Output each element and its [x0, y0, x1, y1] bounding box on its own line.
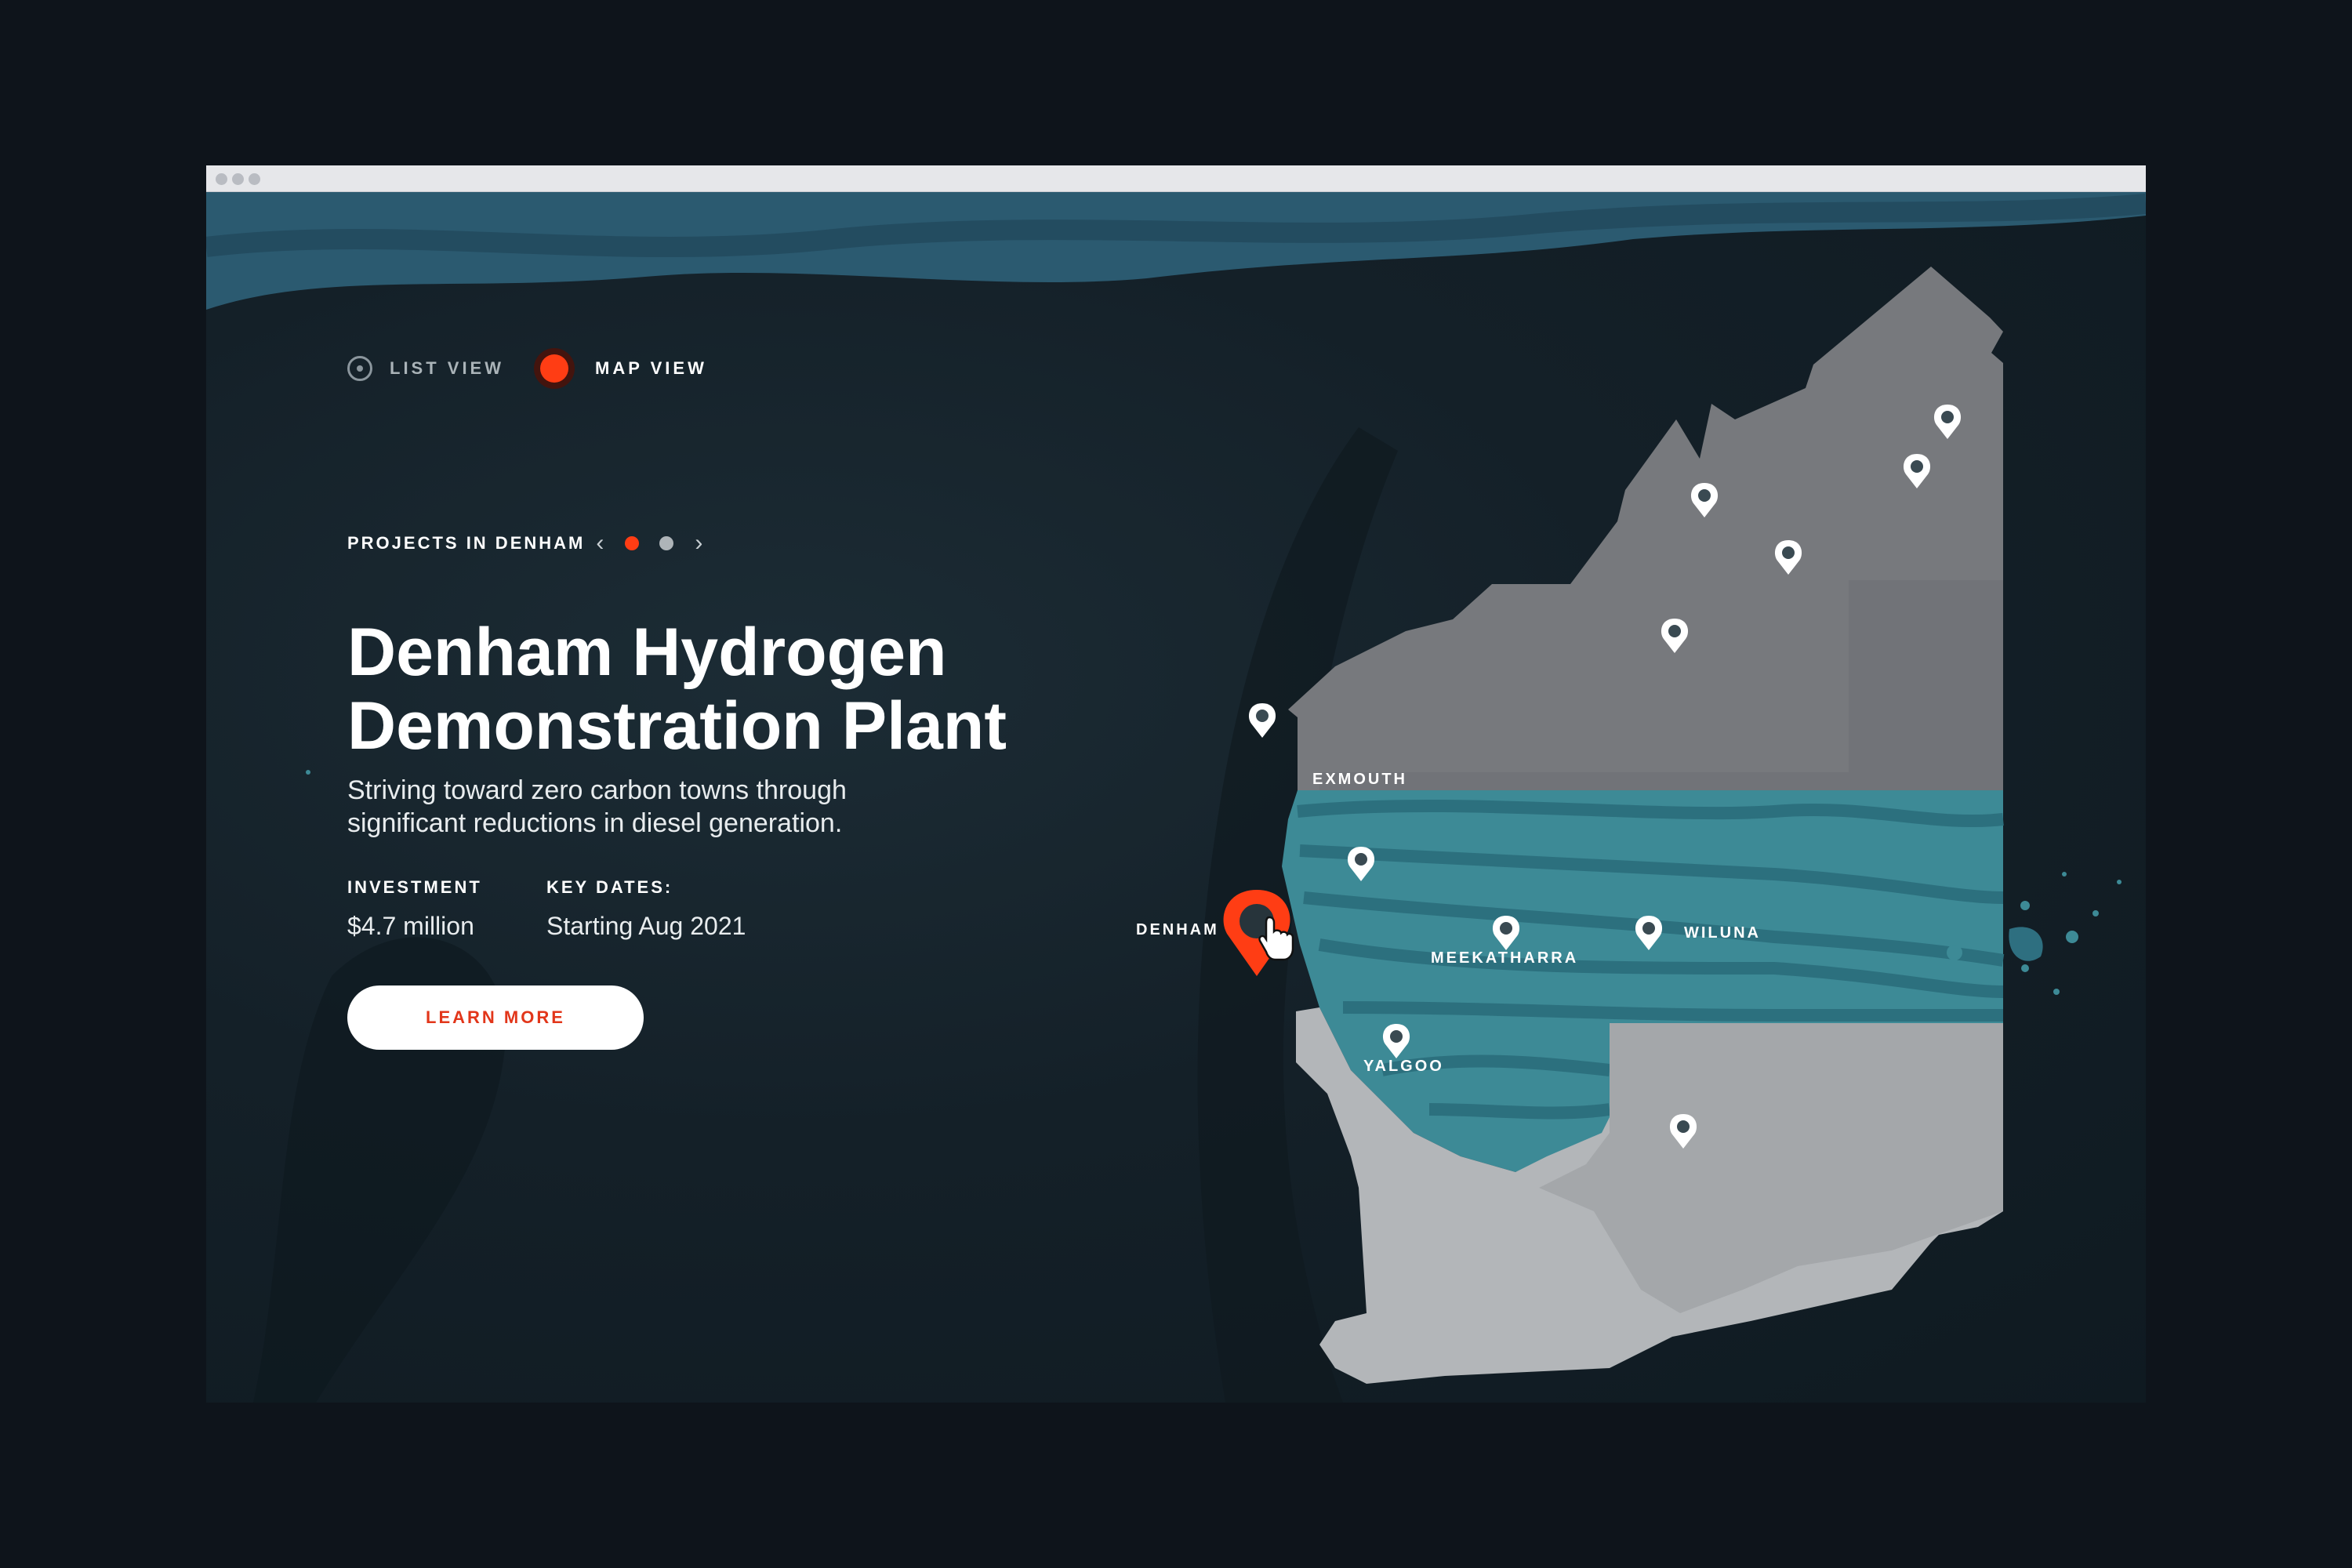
page-viewport: LIST VIEW MAP VIEW PROJECTS IN DENHAM ‹ …: [206, 192, 2146, 1403]
projects-heading: PROJECTS IN DENHAM: [347, 533, 586, 553]
project-description-line-1: Striving toward zero carbon towns throug…: [347, 775, 847, 805]
learn-more-button[interactable]: LEARN MORE: [347, 985, 644, 1050]
map-pin-icon[interactable]: [1382, 1024, 1410, 1058]
pagination-dot-2[interactable]: [659, 536, 674, 550]
project-title: Denham Hydrogen Demonstration Plant: [347, 615, 1131, 763]
map-label-exmouth[interactable]: EXMOUTH: [1312, 771, 1407, 789]
project-selector: PROJECTS IN DENHAM ‹ ›: [347, 529, 713, 557]
window-close-control[interactable]: [216, 173, 227, 185]
project-title-line-2: Demonstration Plant: [347, 688, 1007, 764]
map-pin-icon[interactable]: [1690, 483, 1719, 517]
window-minimize-control[interactable]: [232, 173, 244, 185]
investment-value: $4.7 million: [347, 912, 474, 940]
map-label-denham[interactable]: DENHAM: [1136, 921, 1219, 939]
map-pin-icon[interactable]: [1903, 454, 1931, 488]
map-pin-icon[interactable]: [1661, 619, 1689, 653]
map-pin-icon[interactable]: [1635, 916, 1663, 950]
project-description: Striving toward zero carbon towns throug…: [347, 774, 990, 840]
pagination-dot-1[interactable]: [625, 536, 640, 550]
key-dates-value: Starting Aug 2021: [546, 912, 746, 940]
project-title-line-1: Denham Hydrogen: [347, 615, 947, 690]
map-label-yalgoo[interactable]: YALGOO: [1363, 1058, 1444, 1076]
map-pin-icon[interactable]: [1774, 540, 1802, 575]
map-pin-icon[interactable]: [1933, 405, 1962, 439]
radio-unselected-icon[interactable]: [347, 356, 372, 381]
browser-window: LIST VIEW MAP VIEW PROJECTS IN DENHAM ‹ …: [206, 165, 2146, 1403]
view-toggle: LIST VIEW MAP VIEW: [347, 348, 707, 389]
window-maximize-control[interactable]: [249, 173, 260, 185]
radio-selected-icon[interactable]: [534, 348, 575, 389]
map-label-wiluna[interactable]: WILUNA: [1684, 924, 1761, 942]
map-pin-icon[interactable]: [1669, 1114, 1697, 1149]
project-description-line-2: significant reductions in diesel generat…: [347, 808, 843, 838]
browser-titlebar: [206, 165, 2146, 192]
map-view-tab[interactable]: MAP VIEW: [595, 358, 707, 379]
map-pin-icon[interactable]: [1248, 703, 1276, 738]
map-pin-icon[interactable]: [1347, 847, 1375, 881]
list-view-tab[interactable]: LIST VIEW: [390, 358, 504, 379]
chevron-left-icon[interactable]: ‹: [596, 529, 604, 557]
investment-label: INVESTMENT: [347, 877, 482, 897]
map-label-meekatharra[interactable]: MEEKATHARRA: [1431, 949, 1578, 967]
key-dates-label: KEY DATES:: [546, 877, 673, 897]
chevron-right-icon[interactable]: ›: [695, 529, 702, 557]
map-pin-icon[interactable]: [1492, 916, 1520, 950]
